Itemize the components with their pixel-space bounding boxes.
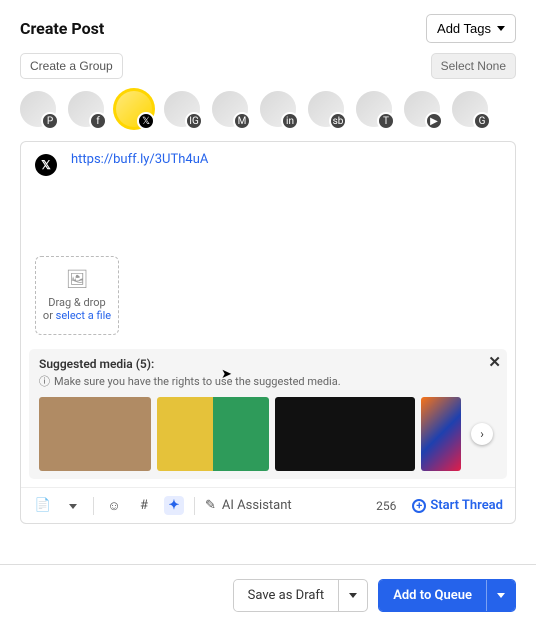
thumbnail-strip: › (39, 397, 497, 471)
start-thread-button[interactable]: + Start Thread (412, 498, 503, 513)
wand-icon: ✎ (205, 498, 216, 513)
chevron-down-icon (349, 593, 357, 598)
suggested-thumb-3[interactable] (421, 397, 461, 471)
network-badge-icon: in (281, 112, 299, 130)
ai-assistant-label: AI Assistant (222, 498, 292, 513)
media-dropzone[interactable]: 🖼 Drag & drop or select a file (35, 256, 119, 335)
suggested-note: Make sure you have the rights to use the… (54, 375, 341, 388)
sparkle-icon[interactable]: ✦ (164, 496, 184, 515)
save-draft-split-button[interactable]: Save as Draft (233, 579, 369, 612)
compose-text[interactable]: https://buff.ly/3UTh4uA (71, 152, 208, 176)
network-badge-icon: IG (185, 112, 203, 130)
add-to-queue-split-button[interactable]: Add to Queue (378, 579, 516, 612)
x-network-avatar: 𝕏 (35, 154, 57, 176)
save-draft-button[interactable]: Save as Draft (234, 580, 339, 611)
suggested-thumb-2[interactable] (275, 397, 415, 471)
add-to-queue-button[interactable]: Add to Queue (379, 580, 486, 611)
info-icon: ⓘ (39, 373, 50, 389)
suggested-thumb-1[interactable] (157, 397, 269, 471)
add-to-queue-dropdown[interactable] (486, 580, 515, 611)
channel-avatar-2[interactable]: 𝕏 (116, 91, 152, 127)
dropzone-line1: Drag & drop (42, 296, 112, 309)
dropzone-line2: or (43, 309, 56, 322)
chevron-down-icon (497, 593, 505, 598)
channel-avatar-0[interactable]: P (20, 91, 56, 127)
attachment-dropdown-icon[interactable] (63, 498, 83, 513)
editor-card: 𝕏 https://buff.ly/3UTh4uA 🖼 Drag & drop … (20, 141, 516, 524)
plus-circle-icon: + (412, 499, 426, 513)
network-badge-icon: 𝕏 (137, 112, 155, 130)
channel-avatar-1[interactable]: f (68, 91, 104, 127)
start-thread-label: Start Thread (430, 498, 503, 513)
channel-avatar-4[interactable]: M (212, 91, 248, 127)
editor-toolbar: 📄 ☺ # ✦ ✎ AI Assistant 256 + Start Threa… (21, 487, 515, 523)
select-none-button[interactable]: Select None (431, 53, 516, 79)
channel-avatar-6[interactable]: sb (308, 91, 344, 127)
network-badge-icon: sb (329, 112, 347, 130)
create-group-button[interactable]: Create a Group (20, 53, 123, 79)
close-icon[interactable]: ✕ (488, 353, 501, 371)
suggested-thumb-0[interactable] (39, 397, 151, 471)
network-badge-icon: ▶ (425, 112, 443, 130)
add-tags-label: Add Tags (437, 21, 491, 36)
page-title: Create Post (20, 19, 104, 38)
emoji-icon[interactable]: ☺ (104, 498, 124, 514)
network-badge-icon: G (473, 112, 491, 130)
suggested-title: Suggested media (5): (39, 357, 497, 371)
save-draft-dropdown[interactable] (338, 580, 367, 611)
select-file-link[interactable]: select a file (56, 309, 111, 322)
attachment-icon[interactable]: 📄 (33, 498, 53, 513)
scroll-right-button[interactable]: › (471, 423, 493, 445)
divider (93, 497, 94, 515)
ai-assistant-button[interactable]: ✎ AI Assistant (205, 498, 292, 513)
network-badge-icon: f (89, 112, 107, 130)
suggested-media-panel: ✕ Suggested media (5): ⓘ Make sure you h… (29, 349, 507, 479)
channel-list: Pf 𝕏 IG Min sb T ▶ G (0, 79, 536, 141)
channel-avatar-7[interactable]: T (356, 91, 392, 127)
add-tags-button[interactable]: Add Tags (426, 14, 516, 43)
channel-avatar-8[interactable]: ▶ (404, 91, 440, 127)
hashtag-icon[interactable]: # (134, 498, 154, 513)
channel-avatar-9[interactable]: G (452, 91, 488, 127)
channel-avatar-5[interactable]: in (260, 91, 296, 127)
network-badge-icon: T (377, 112, 395, 130)
channel-avatar-3[interactable]: IG (164, 91, 200, 127)
chevron-down-icon (497, 26, 505, 31)
image-icon: 🖼 (42, 269, 112, 290)
char-count: 256 (376, 499, 396, 513)
divider (194, 497, 195, 515)
network-badge-icon: P (41, 112, 59, 130)
network-badge-icon: M (233, 112, 251, 130)
